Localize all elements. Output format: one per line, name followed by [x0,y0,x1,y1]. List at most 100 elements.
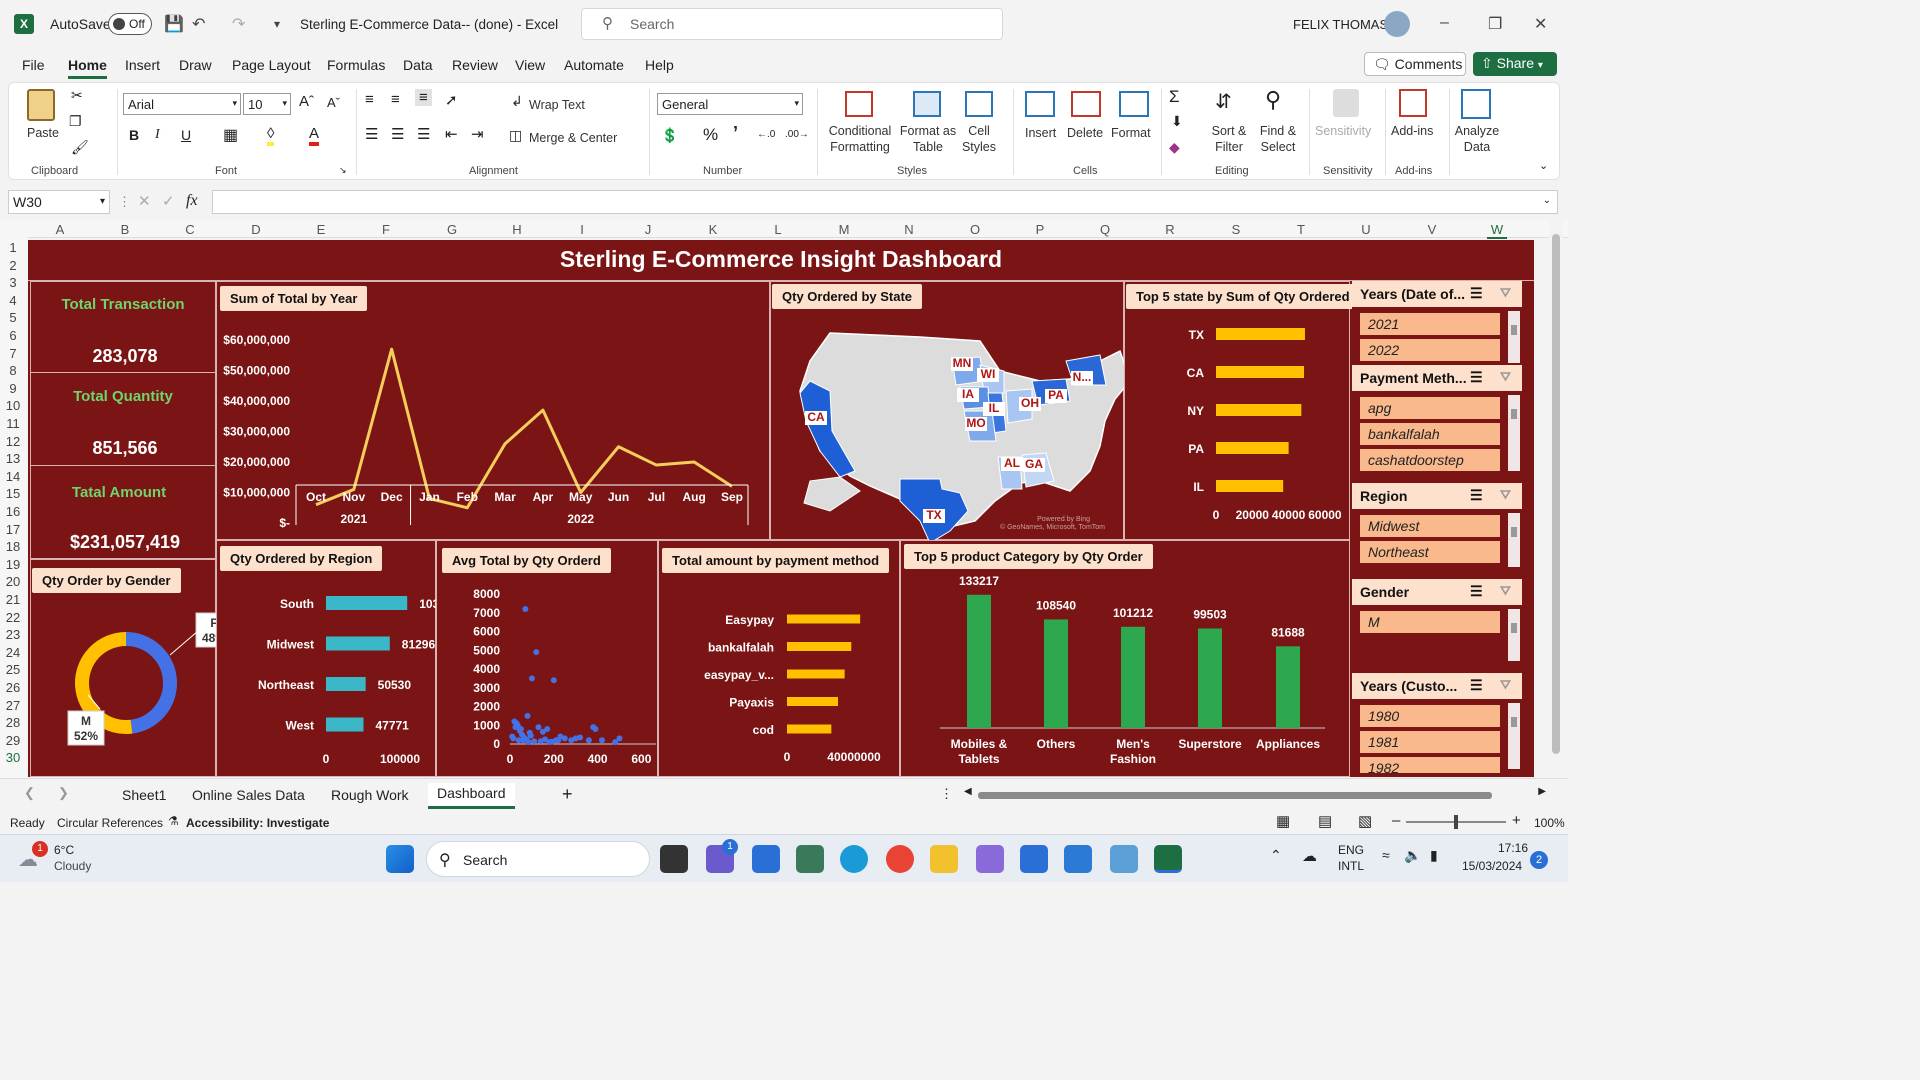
row-header[interactable]: 22 [0,610,26,625]
sensitivity-button[interactable]: Sensitivity [1315,123,1371,139]
close-icon[interactable]: ✕ [1534,14,1547,34]
column-header[interactable]: Q [1095,222,1115,237]
slicer-scrollbar[interactable] [1508,513,1520,567]
font-name-select[interactable]: Arial ▾ [123,93,241,115]
delete-button[interactable]: Delete [1067,125,1103,141]
font-size-select[interactable]: 10 ▾ [243,93,291,115]
find-select-icon[interactable]: ⚲ [1265,87,1281,113]
row-header[interactable]: 27 [0,698,26,713]
sort-filter-button[interactable]: Sort & Filter [1205,123,1253,155]
autosum-icon[interactable]: Σ [1169,87,1180,107]
column-header[interactable]: V [1422,222,1442,237]
sort-filter-icon[interactable]: ⇵ [1215,89,1232,114]
column-header[interactable]: E [311,222,331,237]
status-accessibility[interactable]: Accessibility: Investigate [186,816,329,830]
column-header[interactable]: C [180,222,200,237]
format-button[interactable]: Format [1111,125,1151,141]
merge-center-button[interactable]: Merge & Center [529,130,617,146]
sensitivity-icon[interactable] [1333,89,1359,117]
notepad-icon[interactable] [1064,845,1092,873]
column-header[interactable]: R [1160,222,1180,237]
slicer[interactable]: Region ☰ ⛛ Midwest Northeast [1352,483,1528,571]
undo-icon[interactable]: ↶ [192,14,205,34]
menu-review[interactable]: Review [452,57,498,73]
row-header[interactable]: 6 [0,328,26,343]
horizontal-scrollbar[interactable]: ◀ ▶ [964,786,1546,801]
copy-icon[interactable]: ❐ [69,113,82,130]
multi-select-icon[interactable]: ☰ [1470,677,1483,694]
slicer-item[interactable]: 1980 [1360,705,1500,727]
minimize-icon[interactable]: – [1440,14,1449,32]
row-header[interactable]: 15 [0,486,26,501]
function-icon[interactable]: fx [186,192,198,210]
row-header[interactable]: 26 [0,680,26,695]
avatar[interactable] [1384,11,1410,37]
slicer-item[interactable]: 2022 [1360,339,1500,361]
chrome-icon[interactable] [886,845,914,873]
collapse-ribbon-icon[interactable]: ⌄ [1539,159,1548,172]
app-icon[interactable] [752,845,780,873]
decrease-decimal-icon[interactable]: .00→ [785,129,809,140]
addins-button[interactable]: Add-ins [1391,123,1433,139]
multi-select-icon[interactable]: ☰ [1470,285,1483,302]
cell-styles-icon[interactable] [965,91,993,117]
analyze-data-icon[interactable] [1461,89,1491,119]
sheet-tab[interactable]: Sheet1 [122,787,166,803]
app-icon[interactable] [1110,845,1138,873]
row-header[interactable]: 12 [0,434,26,449]
slicer-scrollbar[interactable] [1508,311,1520,363]
italic-icon[interactable]: I [155,127,160,143]
fill-color-icon[interactable]: ◊ [267,125,275,146]
row-header[interactable]: 21 [0,592,26,607]
column-header[interactable]: N [899,222,919,237]
chevron-up-icon[interactable]: ⌃ [1270,847,1282,864]
menu-automate[interactable]: Automate [564,57,624,73]
sheet-tab[interactable]: Online Sales Data [192,787,305,803]
column-header[interactable]: B [115,222,135,237]
decrease-indent-icon[interactable]: ⇤ [445,125,458,143]
page-layout-view-icon[interactable]: ▤ [1318,812,1332,830]
file-explorer-icon[interactable] [930,845,958,873]
row-header[interactable]: 8 [0,363,26,378]
column-header[interactable]: L [768,222,788,237]
column-header[interactable]: O [965,222,985,237]
orientation-icon[interactable]: ➚ [445,91,458,109]
app-icon[interactable] [976,845,1004,873]
slicer-item[interactable]: Northeast [1360,541,1500,563]
wrap-text-button[interactable]: Wrap Text [529,97,585,113]
slicer[interactable]: Gender ☰ ⛛ M [1352,579,1528,665]
clear-filter-icon[interactable]: ⛛ [1500,487,1511,503]
find-select-button[interactable]: Find & Select [1253,123,1303,155]
row-header[interactable]: 4 [0,293,26,308]
addins-icon[interactable] [1399,89,1427,117]
weather-widget[interactable]: ☁ 1 6°C Cloudy [18,841,128,877]
menu-home[interactable]: Home [68,57,107,79]
merge-center-icon[interactable]: ◫ [509,127,522,144]
slicer[interactable]: Years (Date of... ☰ ⛛ 2021 2022 [1352,281,1528,367]
column-header[interactable]: M [834,222,854,237]
status-circular[interactable]: Circular References [57,816,163,830]
slicer-item[interactable]: cashatdoorstep [1360,449,1500,471]
slicer-item[interactable]: Midwest [1360,515,1500,537]
align-center-icon[interactable]: ☰ [391,125,404,143]
row-header[interactable]: 5 [0,310,26,325]
slicer[interactable]: Payment Meth... ☰ ⛛ apg bankalfalah cashatdoo… [1352,365,1528,475]
lang-2[interactable]: INTL [1338,859,1364,873]
multi-select-icon[interactable]: ☰ [1470,487,1483,504]
row-header[interactable]: 14 [0,469,26,484]
cancel-icon[interactable]: ✕ [138,192,151,210]
row-header[interactable]: 28 [0,715,26,730]
column-header[interactable]: S [1226,222,1246,237]
accounting-format-icon[interactable]: 💲 [661,127,678,144]
decrease-font-icon[interactable]: Aˇ [327,95,340,110]
menu-draw[interactable]: Draw [179,57,212,73]
percent-icon[interactable]: % [703,125,718,145]
clock-date[interactable]: 15/03/2024 [1462,859,1522,873]
menu-formulas[interactable]: Formulas [327,57,385,73]
row-header[interactable]: 19 [0,557,26,572]
row-header[interactable]: 24 [0,645,26,660]
onedrive-icon[interactable]: ☁ [1302,847,1317,865]
column-header[interactable]: W [1487,222,1507,239]
row-header[interactable]: 23 [0,627,26,642]
clear-filter-icon[interactable]: ⛛ [1500,583,1511,599]
